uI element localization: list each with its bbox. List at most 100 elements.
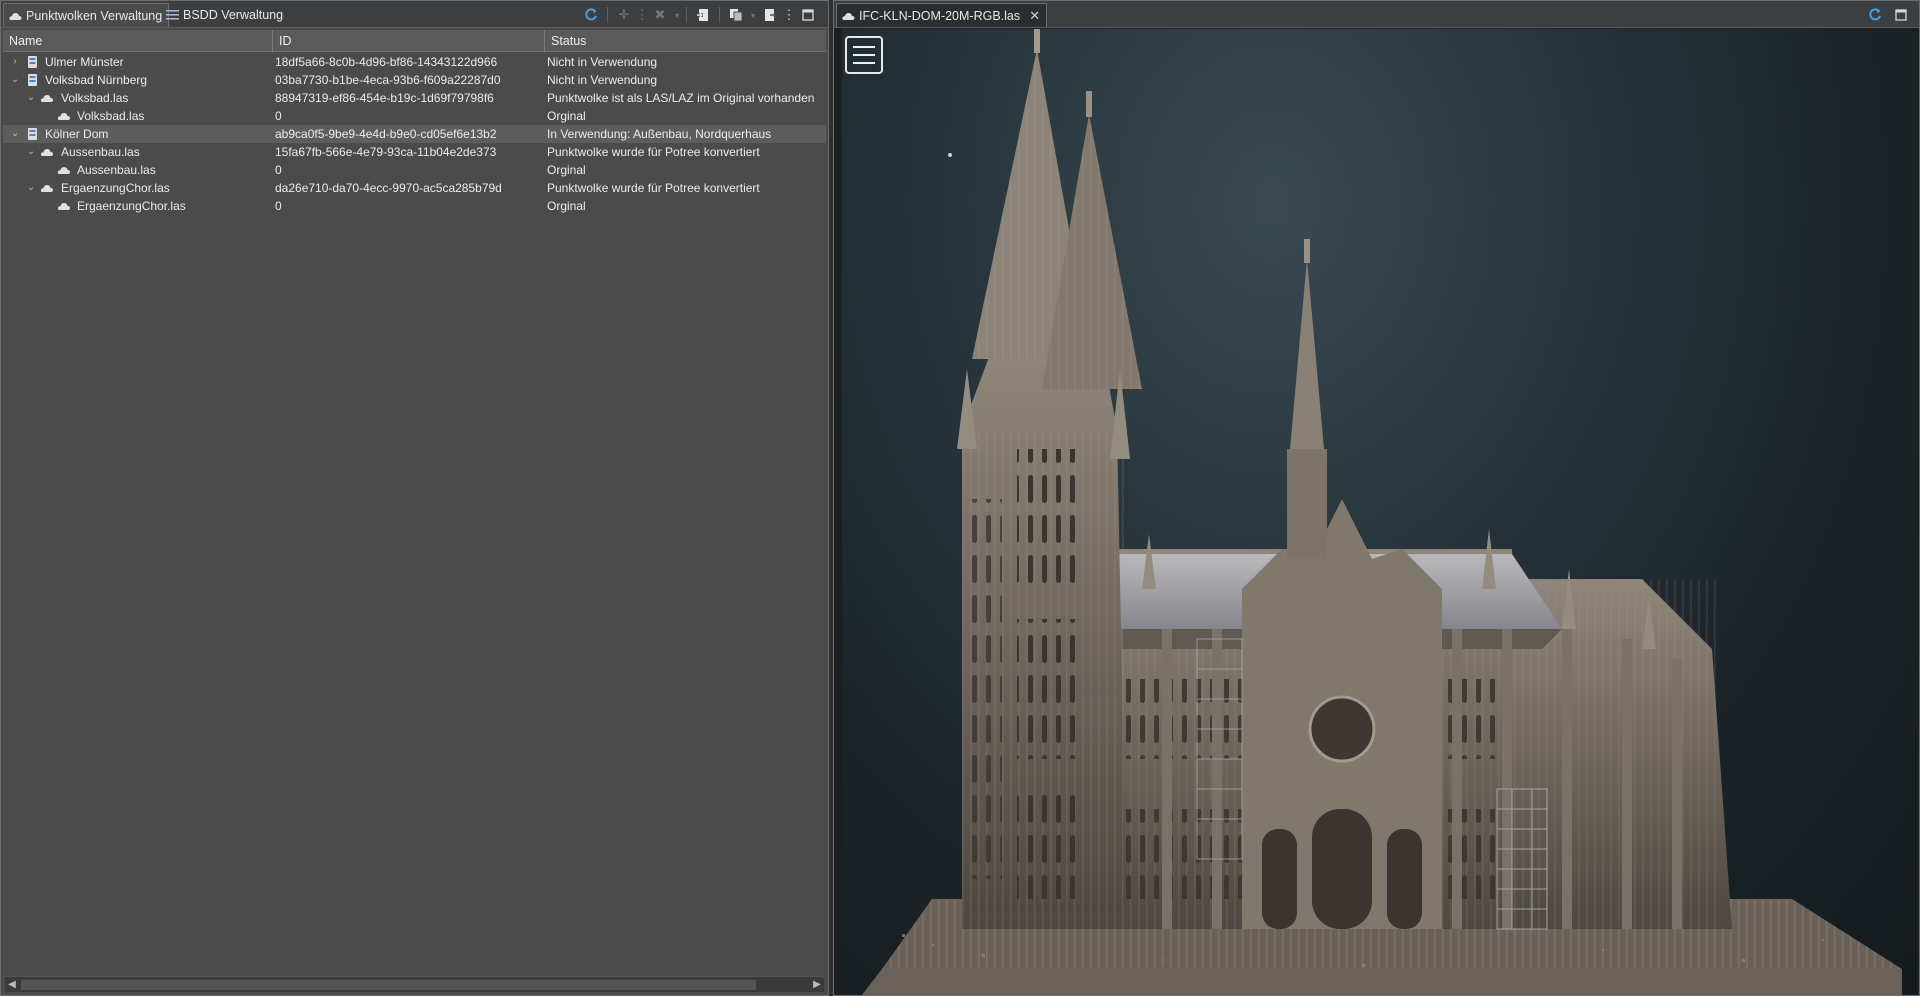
maximize-icon <box>1895 9 1907 21</box>
node-status: Nicht in Verwendung <box>547 73 658 87</box>
refresh-icon <box>1869 8 1881 21</box>
tree-row[interactable]: ⌄ Volksbad.las 88947319-ef86-454e-b19c-1… <box>3 89 826 107</box>
collapse-chevron-icon[interactable]: ⌄ <box>9 125 21 143</box>
view-menu-button[interactable]: ⋮ <box>782 4 796 26</box>
maximize-button[interactable] <box>796 4 820 26</box>
node-id: 18df5a66-8c0b-4d96-bf86-14343122d966 <box>275 55 498 69</box>
collapse-chevron-icon[interactable]: ⌄ <box>25 179 37 197</box>
database-icon <box>28 128 37 140</box>
node-id: 0 <box>275 163 282 177</box>
refresh-icon <box>585 8 597 21</box>
tree-row[interactable]: Volksbad.las 0 Orginal <box>3 107 826 125</box>
left-toolbar: ✛ ⋮ ✖ ▾ ▾ ⋮ <box>579 4 820 26</box>
tree-row-selected[interactable]: ⌄ Kölner Dom ab9ca0f5-9be9-4e4d-b9e0-cd0… <box>3 125 826 143</box>
tree-row[interactable]: ⌄ Aussenbau.las 15fa67fb-566e-4e79-93ca-… <box>3 143 826 161</box>
cloud-icon <box>57 113 70 120</box>
tab-punktwolken-verwaltung[interactable]: Punktwolken Verwaltung <box>3 3 170 27</box>
node-name: Volksbad.las <box>61 91 129 105</box>
node-name: Ulmer Münster <box>45 55 124 69</box>
delete-button[interactable]: ✖ <box>648 4 672 26</box>
import-button[interactable] <box>691 4 715 26</box>
toolbar-separator <box>607 7 608 23</box>
toolbar-separator <box>686 7 687 23</box>
tree-row[interactable]: Aussenbau.las 0 Orginal <box>3 161 826 179</box>
close-icon[interactable]: ✕ <box>1029 4 1040 28</box>
refresh-button[interactable] <box>1863 4 1887 26</box>
copy-button[interactable] <box>724 4 748 26</box>
document-export-icon <box>765 9 777 21</box>
database-icon <box>28 56 37 68</box>
column-header-status[interactable]: Status <box>545 30 826 52</box>
tree-row[interactable]: ErgaenzungChor.las 0 Orginal <box>3 197 826 215</box>
tree-row[interactable]: ⌄ ErgaenzungChor.las da26e710-da70-4ecc-… <box>3 179 826 197</box>
pointcloud-viewer-panel: IFC-KLN-DOM-20M-RGB.las ✕ <box>833 0 1920 996</box>
node-id: 03ba7730-b1be-4eca-93b6-f609a22287d0 <box>275 73 501 87</box>
node-name: Aussenbau.las <box>61 145 140 159</box>
node-status: Punktwolke wurde für Potree konvertiert <box>547 145 760 159</box>
right-toolbar <box>1863 4 1913 26</box>
tree-row[interactable]: › Ulmer Münster 18df5a66-8c0b-4d96-bf86-… <box>3 53 826 71</box>
cloud-icon <box>40 95 53 102</box>
collapse-chevron-icon[interactable]: ⌄ <box>25 89 37 107</box>
tab-label: IFC-KLN-DOM-20M-RGB.las <box>859 9 1021 23</box>
node-name: ErgaenzungChor.las <box>77 199 186 213</box>
pointcloud-tree: › Ulmer Münster 18df5a66-8c0b-4d96-bf86-… <box>3 53 826 215</box>
scroll-left-icon[interactable]: ◀ <box>5 977 19 992</box>
tab-label: BSDD Verwaltung <box>183 8 284 22</box>
cathedral-pointcloud-render <box>862 29 1902 995</box>
cloud-icon <box>40 185 53 192</box>
node-status: Orginal <box>547 109 586 123</box>
cloud-icon <box>842 13 855 20</box>
node-id: 0 <box>275 109 282 123</box>
delete-dropdown-button[interactable]: ▾ <box>672 4 682 26</box>
copy-icon <box>730 9 743 22</box>
chevron-down-icon: ▾ <box>750 10 755 20</box>
copy-dropdown-button[interactable]: ▾ <box>748 4 758 26</box>
app-window: Punktwolken Verwaltung BSDD Verwaltung ✛… <box>0 0 1920 996</box>
maximize-button[interactable] <box>1889 4 1913 26</box>
viewer-menu-button[interactable] <box>845 36 883 74</box>
node-id: 15fa67fb-566e-4e79-93ca-11b04e2de373 <box>275 145 497 159</box>
horizontal-scrollbar[interactable]: ◀ ▶ <box>5 976 824 992</box>
vertical-dots-icon: ⋮ <box>782 7 796 22</box>
node-status: Punktwolke wurde für Potree konvertiert <box>547 181 760 195</box>
node-status: In Verwendung: Außenbau, Nordquerhaus <box>547 127 772 141</box>
node-id: ab9ca0f5-9be9-4e4d-b9e0-cd05ef6e13b2 <box>275 127 497 141</box>
tab-bsdd-verwaltung[interactable]: BSDD Verwaltung <box>161 3 289 27</box>
node-name: Volksbad.las <box>77 109 145 123</box>
cloud-icon <box>40 149 53 156</box>
node-id: 88947319-ef86-454e-b19c-1d69f79798f6 <box>275 91 494 105</box>
refresh-button[interactable] <box>579 4 603 26</box>
hamburger-line <box>853 62 875 64</box>
tree-row[interactable]: ⌄ Volksbad Nürnberg 03ba7730-b1be-4eca-9… <box>3 71 826 89</box>
vertical-dots-icon: ⋮ <box>635 7 649 22</box>
close-x-icon: ✖ <box>654 7 666 22</box>
node-status: Nicht in Verwendung <box>547 55 658 69</box>
node-status: Orginal <box>547 199 586 213</box>
collapse-chevron-icon[interactable]: ⌄ <box>25 143 37 161</box>
cloud-icon <box>57 167 70 174</box>
node-name: Kölner Dom <box>45 127 109 141</box>
pointcloud-management-panel: Punktwolken Verwaltung BSDD Verwaltung ✛… <box>0 0 829 996</box>
table-header: Name ID Status <box>3 30 826 52</box>
more-add-button[interactable]: ⋮ <box>635 4 649 26</box>
node-id: 0 <box>275 199 282 213</box>
node-id: da26e710-da70-4ecc-9970-ac5ca285b79d <box>275 181 502 195</box>
expand-chevron-icon[interactable]: › <box>9 53 21 71</box>
add-button[interactable]: ✛ <box>612 4 636 26</box>
plus-icon: ✛ <box>618 7 630 22</box>
cloud-icon <box>57 203 70 210</box>
node-name: ErgaenzungChor.las <box>61 181 170 195</box>
pointcloud-viewport[interactable] <box>842 29 1917 995</box>
maximize-icon <box>802 9 814 21</box>
scroll-right-icon[interactable]: ▶ <box>810 977 824 992</box>
export-button[interactable] <box>758 4 782 26</box>
column-header-name[interactable]: Name <box>3 30 273 52</box>
collapse-chevron-icon[interactable]: ⌄ <box>9 71 21 89</box>
node-name: Volksbad Nürnberg <box>45 73 148 87</box>
scrollbar-thumb[interactable] <box>21 980 756 990</box>
node-status: Punktwolke ist als LAS/LAZ im Original v… <box>547 91 815 105</box>
column-header-id[interactable]: ID <box>273 30 545 52</box>
tab-pointcloud-file[interactable]: IFC-KLN-DOM-20M-RGB.las ✕ <box>836 3 1048 28</box>
left-tab-bar: Punktwolken Verwaltung BSDD Verwaltung ✛… <box>1 1 828 28</box>
